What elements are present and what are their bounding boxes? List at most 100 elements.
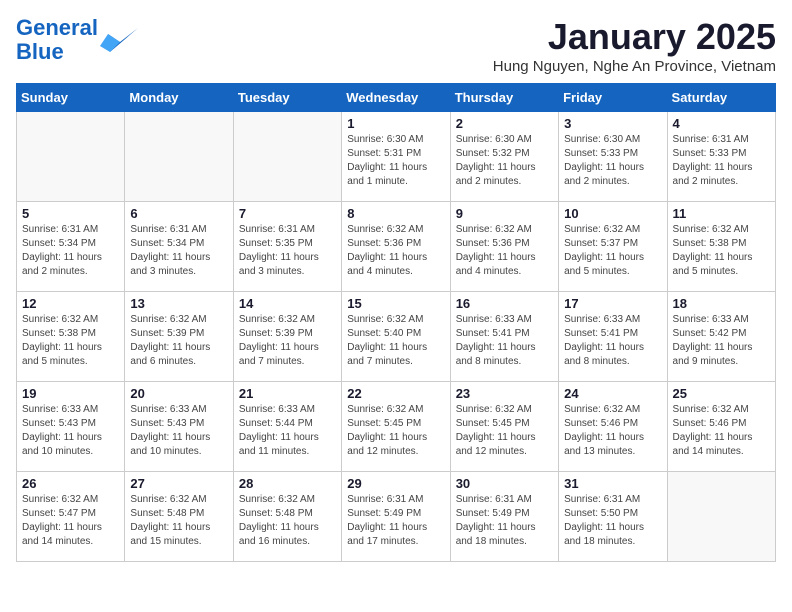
logo-line2: Blue [16, 39, 64, 64]
week-row-4: 19 Sunrise: 6:33 AMSunset: 5:43 PMDayligh… [17, 382, 776, 472]
day-number: 11 [673, 206, 770, 221]
day-number: 1 [347, 116, 444, 131]
day-info: Sunrise: 6:30 AMSunset: 5:32 PMDaylight:… [456, 133, 553, 189]
calendar-cell: 15 Sunrise: 6:32 AMSunset: 5:40 PMDayligh… [342, 292, 450, 382]
calendar-cell: 19 Sunrise: 6:33 AMSunset: 5:43 PMDayligh… [17, 382, 125, 472]
day-number: 19 [22, 386, 119, 401]
day-info: Sunrise: 6:31 AMSunset: 5:49 PMDaylight:… [347, 493, 444, 549]
day-info: Sunrise: 6:30 AMSunset: 5:31 PMDaylight:… [347, 133, 444, 189]
day-info: Sunrise: 6:32 AMSunset: 5:39 PMDaylight:… [239, 313, 336, 369]
day-number: 7 [239, 206, 336, 221]
calendar-cell: 24Sunrise: 6:32 AMSunset: 5:46 PMDayligh… [559, 382, 667, 472]
calendar-cell: 1 Sunrise: 6:30 AMSunset: 5:31 PMDaylight… [342, 112, 450, 202]
day-number: 26 [22, 476, 119, 491]
calendar-cell: 20Sunrise: 6:33 AMSunset: 5:43 PMDayligh… [125, 382, 233, 472]
day-info: Sunrise: 6:33 AMSunset: 5:41 PMDaylight:… [564, 313, 661, 369]
day-number: 12 [22, 296, 119, 311]
day-number: 13 [130, 296, 227, 311]
header-row: SundayMondayTuesdayWednesdayThursdayFrid… [17, 84, 776, 112]
calendar-cell: 22 Sunrise: 6:32 AMSunset: 5:45 PMDayligh… [342, 382, 450, 472]
calendar-cell: 25Sunrise: 6:32 AMSunset: 5:46 PMDayligh… [667, 382, 775, 472]
day-info: Sunrise: 6:32 AMSunset: 5:46 PMDaylight:… [673, 403, 770, 459]
month-title: January 2025 [493, 16, 776, 58]
day-number: 27 [130, 476, 227, 491]
calendar-cell: 7 Sunrise: 6:31 AMSunset: 5:35 PMDaylight… [233, 202, 341, 292]
title-block: January 2025 Hung Nguyen, Nghe An Provin… [493, 16, 776, 75]
calendar-cell: 29 Sunrise: 6:31 AMSunset: 5:49 PMDayligh… [342, 472, 450, 562]
calendar-cell: 14 Sunrise: 6:32 AMSunset: 5:39 PMDayligh… [233, 292, 341, 382]
week-row-2: 5 Sunrise: 6:31 AMSunset: 5:34 PMDaylight… [17, 202, 776, 292]
calendar-cell [667, 472, 775, 562]
day-info: Sunrise: 6:32 AMSunset: 5:46 PMDaylight:… [564, 403, 661, 459]
day-info: Sunrise: 6:31 AMSunset: 5:34 PMDaylight:… [130, 223, 227, 279]
calendar-cell: 16 Sunrise: 6:33 AMSunset: 5:41 PMDayligh… [450, 292, 558, 382]
day-info: Sunrise: 6:32 AMSunset: 5:48 PMDaylight:… [239, 493, 336, 549]
calendar-cell: 4 Sunrise: 6:31 AMSunset: 5:33 PMDaylight… [667, 112, 775, 202]
day-info: Sunrise: 6:30 AMSunset: 5:33 PMDaylight:… [564, 133, 661, 189]
calendar-cell: 28 Sunrise: 6:32 AMSunset: 5:48 PMDayligh… [233, 472, 341, 562]
calendar-cell: 13 Sunrise: 6:32 AMSunset: 5:39 PMDayligh… [125, 292, 233, 382]
day-number: 2 [456, 116, 553, 131]
calendar-cell: 26 Sunrise: 6:32 AMSunset: 5:47 PMDayligh… [17, 472, 125, 562]
day-number: 22 [347, 386, 444, 401]
day-info: Sunrise: 6:33 AMSunset: 5:43 PMDaylight:… [22, 403, 119, 459]
day-info: Sunrise: 6:32 AMSunset: 5:48 PMDaylight:… [130, 493, 227, 549]
day-info: Sunrise: 6:31 AMSunset: 5:50 PMDaylight:… [564, 493, 661, 549]
day-number: 28 [239, 476, 336, 491]
page-header: GeneralBlue January 2025 Hung Nguyen, Ng… [16, 16, 776, 75]
calendar-cell: 8 Sunrise: 6:32 AMSunset: 5:36 PMDaylight… [342, 202, 450, 292]
day-info: Sunrise: 6:33 AMSunset: 5:44 PMDaylight:… [239, 403, 336, 459]
logo-line1: General [16, 15, 98, 40]
calendar-cell: 5 Sunrise: 6:31 AMSunset: 5:34 PMDaylight… [17, 202, 125, 292]
day-info: Sunrise: 6:31 AMSunset: 5:35 PMDaylight:… [239, 223, 336, 279]
day-number: 21 [239, 386, 336, 401]
day-number: 3 [564, 116, 661, 131]
day-number: 16 [456, 296, 553, 311]
header-wednesday: Wednesday [342, 84, 450, 112]
calendar-cell: 11 Sunrise: 6:32 AMSunset: 5:38 PMDayligh… [667, 202, 775, 292]
day-number: 8 [347, 206, 444, 221]
day-number: 23 [456, 386, 553, 401]
day-number: 31 [564, 476, 661, 491]
header-monday: Monday [125, 84, 233, 112]
calendar-cell: 27 Sunrise: 6:32 AMSunset: 5:48 PMDayligh… [125, 472, 233, 562]
header-friday: Friday [559, 84, 667, 112]
day-info: Sunrise: 6:31 AMSunset: 5:34 PMDaylight:… [22, 223, 119, 279]
calendar-cell: 6Sunrise: 6:31 AMSunset: 5:34 PMDaylight… [125, 202, 233, 292]
calendar-cell: 10 Sunrise: 6:32 AMSunset: 5:37 PMDayligh… [559, 202, 667, 292]
day-info: Sunrise: 6:32 AMSunset: 5:45 PMDaylight:… [347, 403, 444, 459]
day-number: 14 [239, 296, 336, 311]
calendar-cell [125, 112, 233, 202]
header-tuesday: Tuesday [233, 84, 341, 112]
calendar-cell: 9Sunrise: 6:32 AMSunset: 5:36 PMDaylight… [450, 202, 558, 292]
week-row-1: 1 Sunrise: 6:30 AMSunset: 5:31 PMDaylight… [17, 112, 776, 202]
day-number: 4 [673, 116, 770, 131]
calendar-cell: 31 Sunrise: 6:31 AMSunset: 5:50 PMDayligh… [559, 472, 667, 562]
header-sunday: Sunday [17, 84, 125, 112]
day-info: Sunrise: 6:32 AMSunset: 5:38 PMDaylight:… [673, 223, 770, 279]
day-info: Sunrise: 6:32 AMSunset: 5:37 PMDaylight:… [564, 223, 661, 279]
day-info: Sunrise: 6:32 AMSunset: 5:40 PMDaylight:… [347, 313, 444, 369]
day-number: 30 [456, 476, 553, 491]
logo-bird-icon [100, 24, 138, 56]
day-number: 15 [347, 296, 444, 311]
week-row-5: 26 Sunrise: 6:32 AMSunset: 5:47 PMDayligh… [17, 472, 776, 562]
day-info: Sunrise: 6:31 AMSunset: 5:49 PMDaylight:… [456, 493, 553, 549]
day-info: Sunrise: 6:32 AMSunset: 5:36 PMDaylight:… [347, 223, 444, 279]
day-number: 5 [22, 206, 119, 221]
day-info: Sunrise: 6:32 AMSunset: 5:45 PMDaylight:… [456, 403, 553, 459]
day-info: Sunrise: 6:33 AMSunset: 5:43 PMDaylight:… [130, 403, 227, 459]
day-info: Sunrise: 6:33 AMSunset: 5:41 PMDaylight:… [456, 313, 553, 369]
day-info: Sunrise: 6:31 AMSunset: 5:33 PMDaylight:… [673, 133, 770, 189]
calendar-cell: 21 Sunrise: 6:33 AMSunset: 5:44 PMDayligh… [233, 382, 341, 472]
day-number: 10 [564, 206, 661, 221]
week-row-3: 12Sunrise: 6:32 AMSunset: 5:38 PMDayligh… [17, 292, 776, 382]
day-info: Sunrise: 6:32 AMSunset: 5:47 PMDaylight:… [22, 493, 119, 549]
header-thursday: Thursday [450, 84, 558, 112]
calendar-cell: 3 Sunrise: 6:30 AMSunset: 5:33 PMDaylight… [559, 112, 667, 202]
calendar-cell: 17Sunrise: 6:33 AMSunset: 5:41 PMDayligh… [559, 292, 667, 382]
location: Hung Nguyen, Nghe An Province, Vietnam [493, 58, 776, 75]
day-number: 29 [347, 476, 444, 491]
day-info: Sunrise: 6:32 AMSunset: 5:39 PMDaylight:… [130, 313, 227, 369]
calendar-cell: 23 Sunrise: 6:32 AMSunset: 5:45 PMDayligh… [450, 382, 558, 472]
